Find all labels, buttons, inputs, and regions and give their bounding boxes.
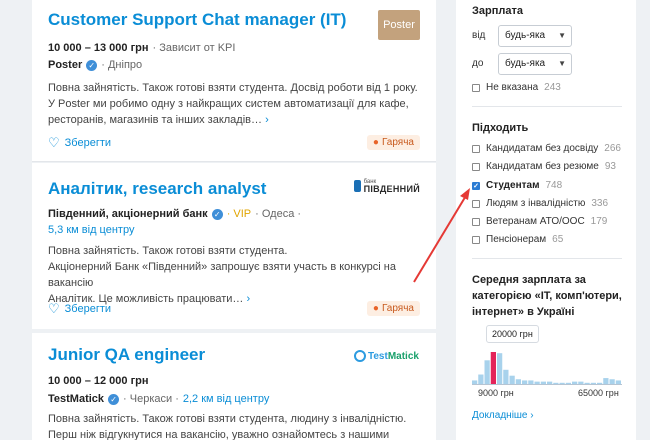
chevron-down-icon: ▼ bbox=[558, 59, 566, 68]
filter-students[interactable]: ✓ Студентам 748 bbox=[472, 180, 562, 191]
company-name[interactable]: TestMatick bbox=[48, 393, 104, 405]
salary-note: · Зависит от KPI bbox=[152, 42, 236, 54]
company-name[interactable]: Південний, акціонерний банк bbox=[48, 208, 208, 220]
histogram-bar bbox=[484, 360, 490, 384]
job-card: Аналітик, research analyst банк ПІВДЕННИ… bbox=[32, 163, 436, 329]
checkbox[interactable] bbox=[472, 199, 480, 208]
filter-pensioners[interactable]: Пенсіонерам 65 bbox=[472, 234, 563, 245]
save-button[interactable]: ♡ Зберегти bbox=[48, 301, 111, 317]
location: · Черкаси · bbox=[123, 393, 179, 405]
company-logo[interactable]: банк ПІВДЕННИЙ bbox=[354, 177, 420, 195]
company-name[interactable]: Poster bbox=[48, 59, 82, 71]
save-button[interactable]: ♡ Зберегти bbox=[48, 135, 111, 151]
filter-veterans[interactable]: Ветеранам АТО/ООС 179 bbox=[472, 216, 607, 227]
fits-heading: Підходить bbox=[472, 122, 529, 134]
location: · Одеса · bbox=[255, 208, 302, 220]
salary-row: 10 000 – 13 000 грн · Зависит от KPI bbox=[48, 42, 235, 54]
bank-logo-icon bbox=[354, 180, 361, 192]
checkbox[interactable] bbox=[472, 217, 480, 226]
salary-to-select[interactable]: будь-яка ▼ bbox=[498, 53, 572, 75]
job-description: Повна зайнятість. Також готові взяти сту… bbox=[48, 245, 396, 305]
heart-icon: ♡ bbox=[48, 301, 60, 316]
filter-no-resume[interactable]: Кандидатам без резюме 93 bbox=[472, 161, 616, 172]
axis-max-label: 65000 грн bbox=[578, 388, 619, 398]
salary-to-label: до bbox=[472, 58, 484, 69]
checkbox[interactable] bbox=[472, 235, 480, 244]
company-row: TestMatick ✓ · Черкаси · 2,2 км від цент… bbox=[48, 393, 269, 405]
job-title-link[interactable]: Junior QA engineer bbox=[48, 345, 205, 365]
verified-icon: ✓ bbox=[108, 393, 120, 405]
histogram-bar bbox=[509, 375, 515, 384]
distance-link[interactable]: 5,3 км від центру bbox=[48, 224, 134, 236]
checkbox[interactable] bbox=[472, 83, 480, 92]
company-logo[interactable]: Poster bbox=[378, 10, 420, 40]
verified-icon: ✓ bbox=[211, 208, 223, 220]
hot-badge: ● Гаряча bbox=[366, 135, 420, 150]
job-description: Повна зайнятість. Також готові взяти сту… bbox=[48, 82, 418, 126]
job-card: Customer Support Chat manager (IT) Poste… bbox=[32, 0, 436, 162]
flame-icon: ● bbox=[372, 303, 379, 314]
testmatick-logo-icon bbox=[354, 350, 366, 362]
filter-no-experience[interactable]: Кандидатам без досвіду 266 bbox=[472, 143, 621, 154]
more-chevron-icon[interactable]: › bbox=[246, 293, 250, 305]
checkbox[interactable] bbox=[472, 162, 480, 171]
divider bbox=[472, 106, 622, 107]
checkbox-checked[interactable]: ✓ bbox=[472, 181, 480, 190]
hot-badge: ● Гаряча bbox=[366, 301, 420, 316]
more-chevron-icon[interactable]: › bbox=[265, 114, 269, 126]
salary-from-label: від bbox=[472, 30, 486, 41]
salary: 10 000 – 13 000 грн bbox=[48, 42, 149, 54]
salary-from-select[interactable]: будь-яка ▼ bbox=[498, 25, 572, 47]
heart-icon: ♡ bbox=[48, 135, 60, 150]
histogram-bar bbox=[478, 374, 484, 384]
salary-stat-heading: Середня зарплата за категорією «IT, комп… bbox=[472, 274, 622, 318]
salary: 10 000 – 12 000 грн bbox=[48, 375, 149, 387]
salary-histogram bbox=[472, 352, 621, 384]
job-description: Повна зайнятість. Також готові взяти сту… bbox=[48, 413, 407, 440]
company-row: Південний, акціонерний банк ✓ · VIP · Од… bbox=[48, 208, 301, 220]
company-row: Poster ✓ · Дніпро bbox=[48, 59, 142, 71]
job-title-link[interactable]: Аналітик, research analyst bbox=[48, 179, 266, 199]
salary-heading: Зарплата bbox=[472, 5, 523, 17]
filter-disability[interactable]: Людям з інвалідністю 336 bbox=[472, 198, 608, 209]
company-logo[interactable]: TestMatick bbox=[354, 345, 420, 367]
salary-row: 10 000 – 12 000 грн bbox=[48, 375, 149, 387]
distance-row: 5,3 км від центру bbox=[48, 224, 134, 236]
chart-axis bbox=[472, 384, 622, 385]
job-title-link[interactable]: Customer Support Chat manager (IT) bbox=[48, 10, 346, 30]
more-details-link[interactable]: Докладніше › bbox=[472, 410, 534, 421]
chevron-down-icon: ▼ bbox=[558, 31, 566, 40]
job-list: Customer Support Chat manager (IT) Poste… bbox=[32, 0, 436, 440]
checkbox[interactable] bbox=[472, 144, 480, 153]
filter-not-specified[interactable]: Не вказана 243 bbox=[472, 82, 561, 93]
histogram-bar bbox=[497, 353, 503, 384]
filters-sidebar: Зарплата від будь-яка ▼ до будь-яка ▼ Не… bbox=[456, 0, 636, 440]
distance-link[interactable]: 2,2 км від центру bbox=[183, 393, 269, 405]
salary-bubble: 20000 грн bbox=[486, 325, 539, 343]
vip-badge: · VIP bbox=[226, 208, 252, 220]
job-card: Junior QA engineer TestMatick 10 000 – 1… bbox=[32, 333, 436, 440]
verified-icon: ✓ bbox=[86, 59, 98, 71]
location: · Дніпро bbox=[101, 59, 143, 71]
histogram-bar-highlight bbox=[490, 352, 496, 384]
flame-icon: ● bbox=[372, 137, 379, 148]
axis-min-label: 9000 грн bbox=[478, 388, 514, 398]
histogram-bar bbox=[503, 369, 509, 384]
divider bbox=[472, 258, 622, 259]
